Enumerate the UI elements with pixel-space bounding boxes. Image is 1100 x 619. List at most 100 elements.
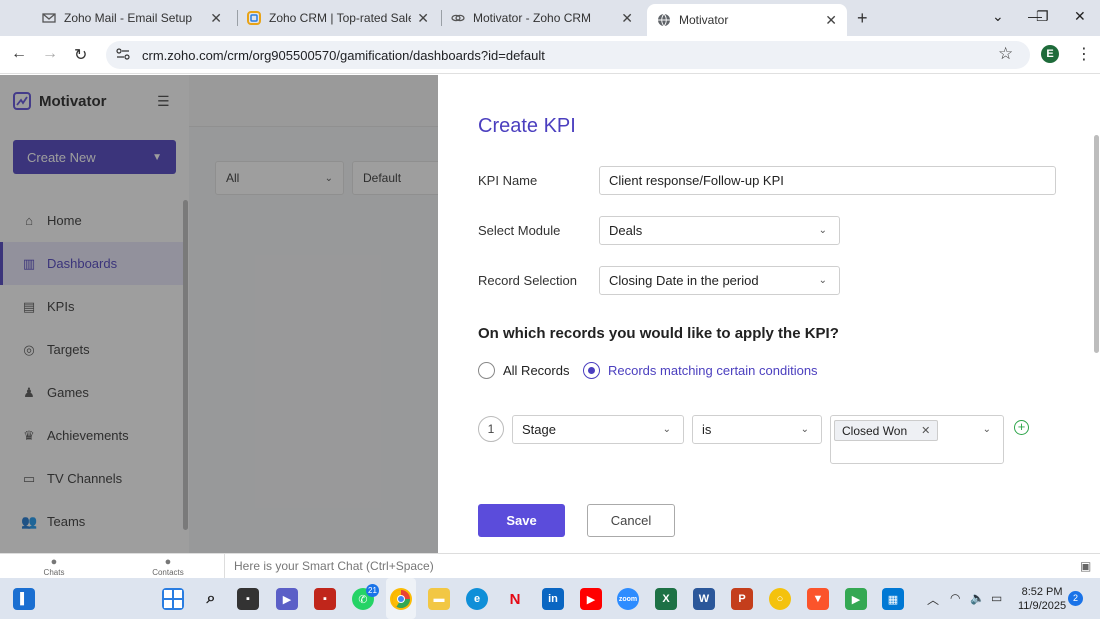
url-text: crm.zoho.com/crm/org905500570/gamificati… <box>142 47 545 63</box>
browser-tab-bar: Zoho Mail - Email Setup ✕ Zoho CRM | Top… <box>0 0 1100 36</box>
youtube-icon[interactable]: ▶ <box>580 588 602 610</box>
create-kpi-panel: Create KPI KPI Name Client response/Foll… <box>438 75 1100 553</box>
modal-backdrop[interactable] <box>0 75 438 553</box>
condition-value-multiselect[interactable]: Closed Won ✕ ⌄ <box>830 415 1004 464</box>
radio-all-records[interactable]: All Records <box>478 362 569 379</box>
url-field[interactable]: crm.zoho.com/crm/org905500570/gamificati… <box>106 41 1030 69</box>
cancel-button[interactable]: Cancel <box>587 504 675 537</box>
module-value: Deals <box>609 223 643 238</box>
clock-date: 11/9/2025 <box>1018 600 1067 612</box>
zoho-crm-icon <box>247 11 261 25</box>
word-icon[interactable]: W <box>693 588 715 610</box>
add-condition-icon[interactable]: + <box>1014 420 1029 435</box>
record-selection-select[interactable]: Closing Date in the period ⌄ <box>599 266 840 295</box>
chrome-canary-icon[interactable]: ○ <box>769 588 791 610</box>
condition-operator-value: is <box>702 422 712 437</box>
contacts-button[interactable]: ● Contacts <box>138 557 198 578</box>
tray-chevron-up-icon[interactable]: ︿ <box>927 591 939 608</box>
excel-icon[interactable]: X <box>655 588 677 610</box>
profile-avatar[interactable]: E <box>1041 45 1059 63</box>
smart-chat-bar: ● Chats ● Contacts Here is your Smart Ch… <box>0 553 1100 578</box>
volume-icon[interactable]: 🔈 <box>970 591 985 605</box>
tab-motivator-zoho-crm[interactable]: Motivator - Zoho CRM ✕ <box>441 4 643 32</box>
clock-time: 8:52 PM <box>1021 586 1063 598</box>
condition-operator-select[interactable]: is ⌄ <box>692 415 822 444</box>
link-icon <box>451 11 465 25</box>
notification-badge[interactable]: 2 <box>1068 591 1083 606</box>
wifi-icon[interactable]: ◠ <box>950 591 960 605</box>
close-tab-icon[interactable]: ✕ <box>417 10 429 27</box>
radio-all-label: All Records <box>503 363 570 378</box>
restore-icon[interactable]: ❐ <box>1036 8 1049 25</box>
chevron-down-icon: ⌄ <box>662 424 671 435</box>
zoho-mail-icon <box>42 11 56 25</box>
netflix-icon[interactable]: N <box>504 588 526 610</box>
teams-app-icon[interactable]: ▶ <box>276 588 298 610</box>
widgets-icon[interactable]: ▌ <box>13 588 35 610</box>
new-tab-icon[interactable]: + <box>857 8 868 29</box>
close-window-icon[interactable]: ✕ <box>1074 8 1086 25</box>
tab-motivator[interactable]: Motivator ✕ <box>647 4 847 36</box>
forward-icon[interactable]: → <box>42 45 58 63</box>
condition-field-value: Stage <box>522 422 556 437</box>
whatsapp-badge: 21 <box>366 584 379 597</box>
site-info-icon[interactable] <box>116 47 130 63</box>
close-tab-icon[interactable]: ✕ <box>621 10 633 27</box>
condition-number: 1 <box>478 416 504 442</box>
zoom-icon[interactable]: zoom <box>617 588 639 610</box>
chats-button[interactable]: ● Chats <box>24 556 84 578</box>
search-icon[interactable]: ⌕ <box>200 588 222 610</box>
chats-label: Chats <box>43 568 65 577</box>
kpi-name-value: Client response/Follow-up KPI <box>609 173 784 188</box>
smart-chat-input[interactable]: Here is your Smart Chat (Ctrl+Space) <box>224 554 1064 578</box>
bookmark-star-icon[interactable]: ☆ <box>998 44 1013 64</box>
module-select[interactable]: Deals ⌄ <box>599 216 840 245</box>
remove-chip-icon[interactable]: ✕ <box>921 424 930 437</box>
smartbar-settings-icon[interactable]: ▣ <box>1080 559 1091 573</box>
linkedin-icon[interactable]: in <box>542 588 564 610</box>
battery-icon[interactable]: ▭ <box>991 591 1002 605</box>
tab-zoho-crm[interactable]: Zoho CRM | Top-rated Sales CR ✕ <box>237 4 439 32</box>
panel-title: Create KPI <box>478 115 576 137</box>
brave-icon[interactable]: ▼ <box>807 588 829 610</box>
globe-icon <box>657 13 671 27</box>
tab-zoho-mail[interactable]: Zoho Mail - Email Setup ✕ <box>32 4 232 32</box>
condition-field-select[interactable]: Stage ⌄ <box>512 415 684 444</box>
radio-matching-label: Records matching certain conditions <box>608 363 818 378</box>
browser-menu-icon[interactable]: ⋮ <box>1076 44 1092 64</box>
reload-icon[interactable]: ↻ <box>74 45 87 65</box>
close-tab-icon[interactable]: ✕ <box>210 10 222 27</box>
radio-circle[interactable] <box>478 362 495 379</box>
chevron-down-icon: ⌄ <box>800 424 809 435</box>
record-selection-value: Closing Date in the period <box>609 273 759 288</box>
back-icon[interactable]: ← <box>11 45 27 63</box>
microsoft-store-icon[interactable]: ▦ <box>882 588 904 610</box>
edge-icon[interactable]: e <box>466 588 488 610</box>
value-chip-label: Closed Won <box>842 423 908 438</box>
start-windows-icon[interactable] <box>162 588 184 610</box>
system-clock[interactable]: 8:52 PM 11/9/2025 <box>1018 585 1066 613</box>
chevron-down-icon: ⌄ <box>818 275 827 286</box>
value-chip: Closed Won ✕ <box>834 420 939 441</box>
module-label: Select Module <box>478 223 561 238</box>
save-button[interactable]: Save <box>478 504 565 537</box>
chevron-down-icon[interactable]: ⌄ <box>983 424 991 435</box>
chat-icon: ● <box>50 556 58 568</box>
chevron-down-icon: ⌄ <box>818 225 827 236</box>
kpi-name-input[interactable]: Client response/Follow-up KPI <box>599 166 1056 195</box>
file-explorer-icon[interactable]: ▬ <box>428 588 450 610</box>
powerpoint-icon[interactable]: P <box>731 588 753 610</box>
kpi-name-label: KPI Name <box>478 173 538 188</box>
app-area: Motivator ☰ Create New ▼ ⌂ Home ▥ Dashbo… <box>0 75 1100 553</box>
tab-search-icon[interactable]: ⌄ <box>992 8 1004 25</box>
pdf-app-icon[interactable]: ▪ <box>314 588 336 610</box>
panel-scrollbar[interactable] <box>1094 135 1099 353</box>
chrome-icon[interactable] <box>390 588 412 610</box>
play-store-icon[interactable]: ▶ <box>845 588 867 610</box>
radio-circle-selected[interactable] <box>583 362 600 379</box>
close-tab-icon[interactable]: ✕ <box>825 12 837 29</box>
address-bar-row: ← → ↻ crm.zoho.com/crm/org905500570/gami… <box>0 36 1100 74</box>
task-view-icon[interactable]: ▪ <box>237 588 259 610</box>
os-taskbar: ▌ ⌕ ▪ ▶ ▪ ✆ 21 ▬ e N in ▶ zoom X W P ○ ▼… <box>0 578 1100 619</box>
radio-matching-conditions[interactable]: Records matching certain conditions <box>583 362 818 379</box>
